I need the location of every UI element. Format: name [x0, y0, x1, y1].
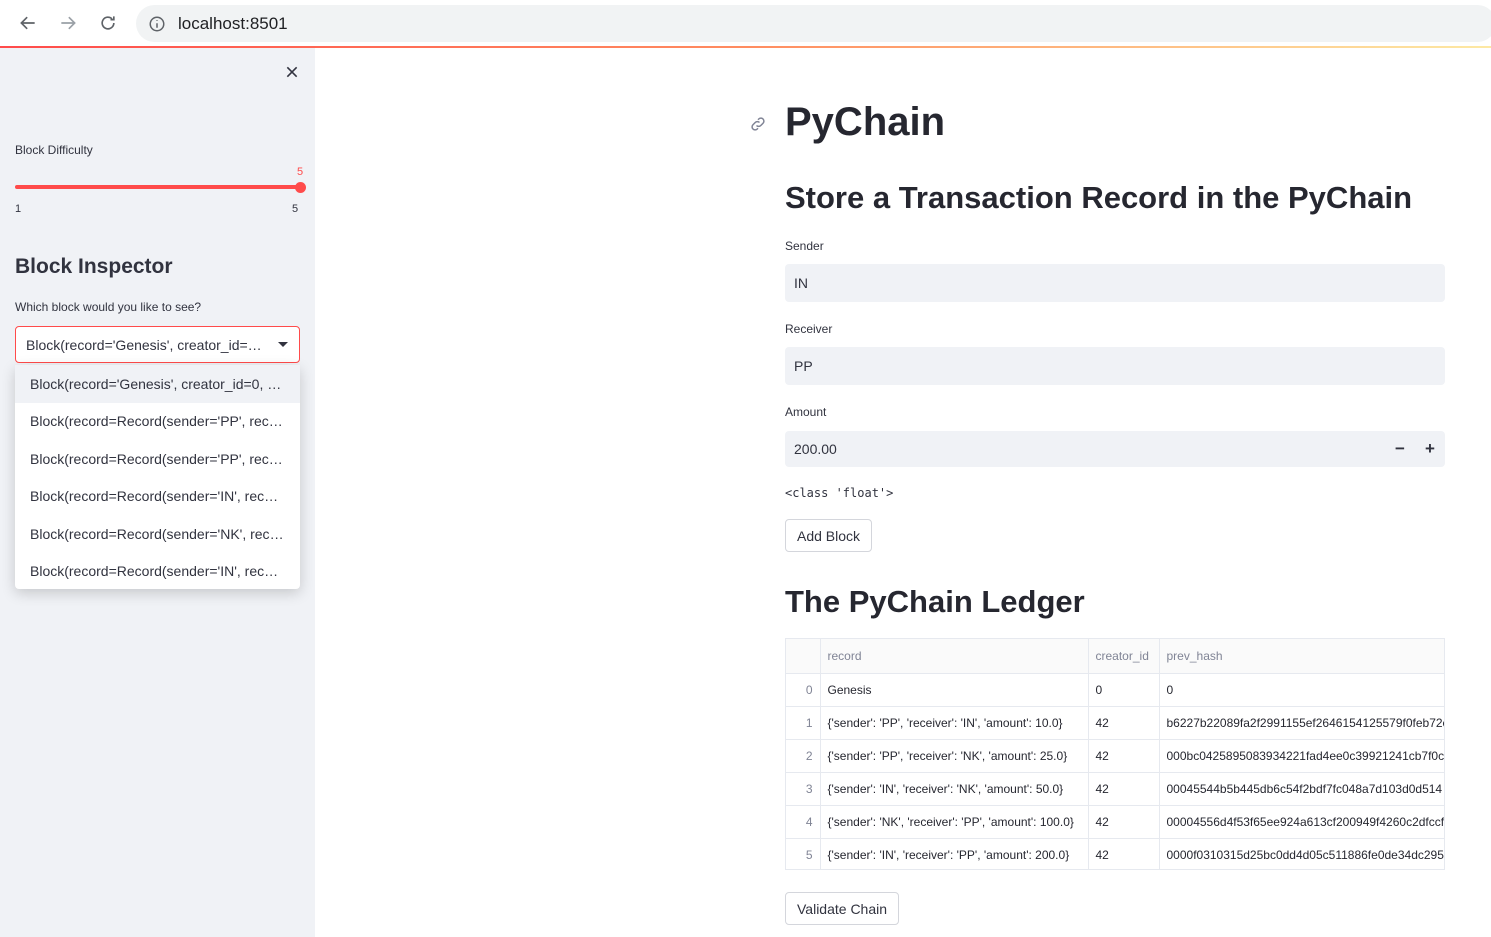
- site-info-icon[interactable]: [148, 15, 166, 33]
- row-index: 1: [786, 706, 821, 740]
- dropdown-option[interactable]: Block(record=Record(sender='NK', receive…: [15, 515, 300, 553]
- slider-current-value: 5: [297, 166, 304, 178]
- record-cell[interactable]: {'sender': 'NK', 'receiver': 'PP', 'amou…: [820, 805, 1089, 839]
- dropdown-option[interactable]: Block(record='Genesis', creator_id=0, pr…: [15, 365, 300, 403]
- column-header[interactable]: [786, 639, 821, 674]
- block-select-label: Which block would you like to see?: [15, 300, 202, 314]
- ledger-table[interactable]: record creator_id prev_hash 0 Genesis 0 …: [785, 638, 1445, 870]
- receiver-input[interactable]: PP: [785, 347, 1445, 385]
- close-sidebar-icon[interactable]: [282, 62, 302, 82]
- forward-arrow-icon[interactable]: [54, 9, 82, 37]
- creator-id-cell[interactable]: 42: [1088, 805, 1160, 839]
- table-row: 5 {'sender': 'IN', 'receiver': 'PP', 'am…: [786, 838, 1444, 869]
- block-select[interactable]: Block(record='Genesis', creator_id=0, pr…: [15, 326, 300, 363]
- add-block-button[interactable]: Add Block: [785, 519, 873, 552]
- dropdown-option[interactable]: Block(record=Record(sender='IN', receive…: [15, 553, 300, 591]
- table-row: 3 {'sender': 'IN', 'receiver': 'NK', 'am…: [786, 772, 1444, 806]
- receiver-label: Receiver: [785, 322, 833, 336]
- creator-id-cell[interactable]: 42: [1088, 706, 1160, 740]
- prev-hash-cell[interactable]: 0: [1159, 673, 1444, 707]
- table-header-row: record creator_id prev_hash: [786, 639, 1444, 674]
- block-select-dropdown: Block(record='Genesis', creator_id=0, pr…: [15, 365, 300, 589]
- prev-hash-cell[interactable]: b6227b22089fa2f2991155ef2646154125579f0f…: [1159, 706, 1444, 740]
- slider-max-label: 5: [292, 203, 299, 215]
- table-row: 4 {'sender': 'NK', 'receiver': 'PP', 'am…: [786, 805, 1444, 839]
- table-row: 2 {'sender': 'PP', 'receiver': 'NK', 'am…: [786, 739, 1444, 773]
- dropdown-option[interactable]: Block(record=Record(sender='PP', receive…: [15, 403, 300, 441]
- record-cell[interactable]: {'sender': 'IN', 'receiver': 'PP', 'amou…: [820, 838, 1089, 869]
- difficulty-slider-track[interactable]: [15, 185, 300, 189]
- link-icon[interactable]: [749, 115, 767, 133]
- dropdown-option[interactable]: Block(record=Record(sender='IN', receive…: [15, 478, 300, 516]
- record-cell[interactable]: {'sender': 'IN', 'receiver': 'NK', 'amou…: [820, 772, 1089, 806]
- page-title: PyChain: [785, 100, 946, 144]
- row-index: 4: [786, 805, 821, 839]
- increment-button[interactable]: +: [1415, 431, 1445, 467]
- address-bar[interactable]: localhost:8501: [136, 5, 1491, 42]
- column-header[interactable]: prev_hash: [1159, 639, 1444, 674]
- sender-input[interactable]: IN: [785, 264, 1445, 302]
- block-select-value: Block(record='Genesis', creator_id=0, pr…: [26, 336, 266, 353]
- record-cell[interactable]: {'sender': 'PP', 'receiver': 'NK', 'amou…: [820, 739, 1089, 773]
- prev-hash-cell[interactable]: 000bc0425895083934221fad4ee0c39921241cb7…: [1159, 739, 1444, 773]
- prev-hash-cell[interactable]: 00045544b5b445db6c54f2bdf7fc048a7d103d0d…: [1159, 772, 1444, 806]
- chevron-down-icon[interactable]: [278, 342, 288, 347]
- block-inspector-heading: Block Inspector: [15, 255, 173, 278]
- browser-toolbar: localhost:8501: [0, 0, 1491, 46]
- slider-min-label: 1: [15, 203, 22, 215]
- creator-id-cell[interactable]: 0: [1088, 673, 1160, 707]
- column-header[interactable]: record: [820, 639, 1089, 674]
- table-row: 0 Genesis 0 0: [786, 673, 1444, 707]
- amount-label: Amount: [785, 405, 827, 419]
- amount-input[interactable]: 200.00 − +: [785, 431, 1445, 467]
- difficulty-slider-thumb[interactable]: [295, 182, 306, 193]
- ledger-heading: The PyChain Ledger: [785, 584, 1085, 619]
- row-index: 2: [786, 739, 821, 773]
- creator-id-cell[interactable]: 42: [1088, 739, 1160, 773]
- table-row: 1 {'sender': 'PP', 'receiver': 'IN', 'am…: [786, 706, 1444, 740]
- reload-icon[interactable]: [94, 9, 122, 37]
- record-cell[interactable]: Genesis: [820, 673, 1089, 707]
- column-header[interactable]: creator_id: [1088, 639, 1160, 674]
- type-output: <class 'float'>: [785, 486, 894, 500]
- row-index: 5: [786, 838, 821, 869]
- decrement-button[interactable]: −: [1385, 431, 1415, 467]
- validate-chain-button[interactable]: Validate Chain: [785, 892, 900, 925]
- back-arrow-icon[interactable]: [14, 9, 42, 37]
- difficulty-label: Block Difficulty: [15, 143, 93, 157]
- sender-label: Sender: [785, 239, 824, 253]
- row-index: 3: [786, 772, 821, 806]
- prev-hash-cell[interactable]: 0000f0310315d25bc0dd4d05c511886fe0de34dc…: [1159, 838, 1444, 869]
- record-cell[interactable]: {'sender': 'PP', 'receiver': 'IN', 'amou…: [820, 706, 1089, 740]
- prev-hash-cell[interactable]: 00004556d4f53f65ee924a613cf200949f4260c2…: [1159, 805, 1444, 839]
- creator-id-cell[interactable]: 42: [1088, 772, 1160, 806]
- dropdown-option[interactable]: Block(record=Record(sender='PP', receive…: [15, 440, 300, 478]
- url-text[interactable]: localhost:8501: [178, 14, 288, 34]
- form-heading: Store a Transaction Record in the PyChai…: [785, 180, 1413, 215]
- sidebar: Block Difficulty 5 1 5 Block Inspector W…: [0, 48, 315, 937]
- row-index: 0: [786, 673, 821, 707]
- creator-id-cell[interactable]: 42: [1088, 838, 1160, 869]
